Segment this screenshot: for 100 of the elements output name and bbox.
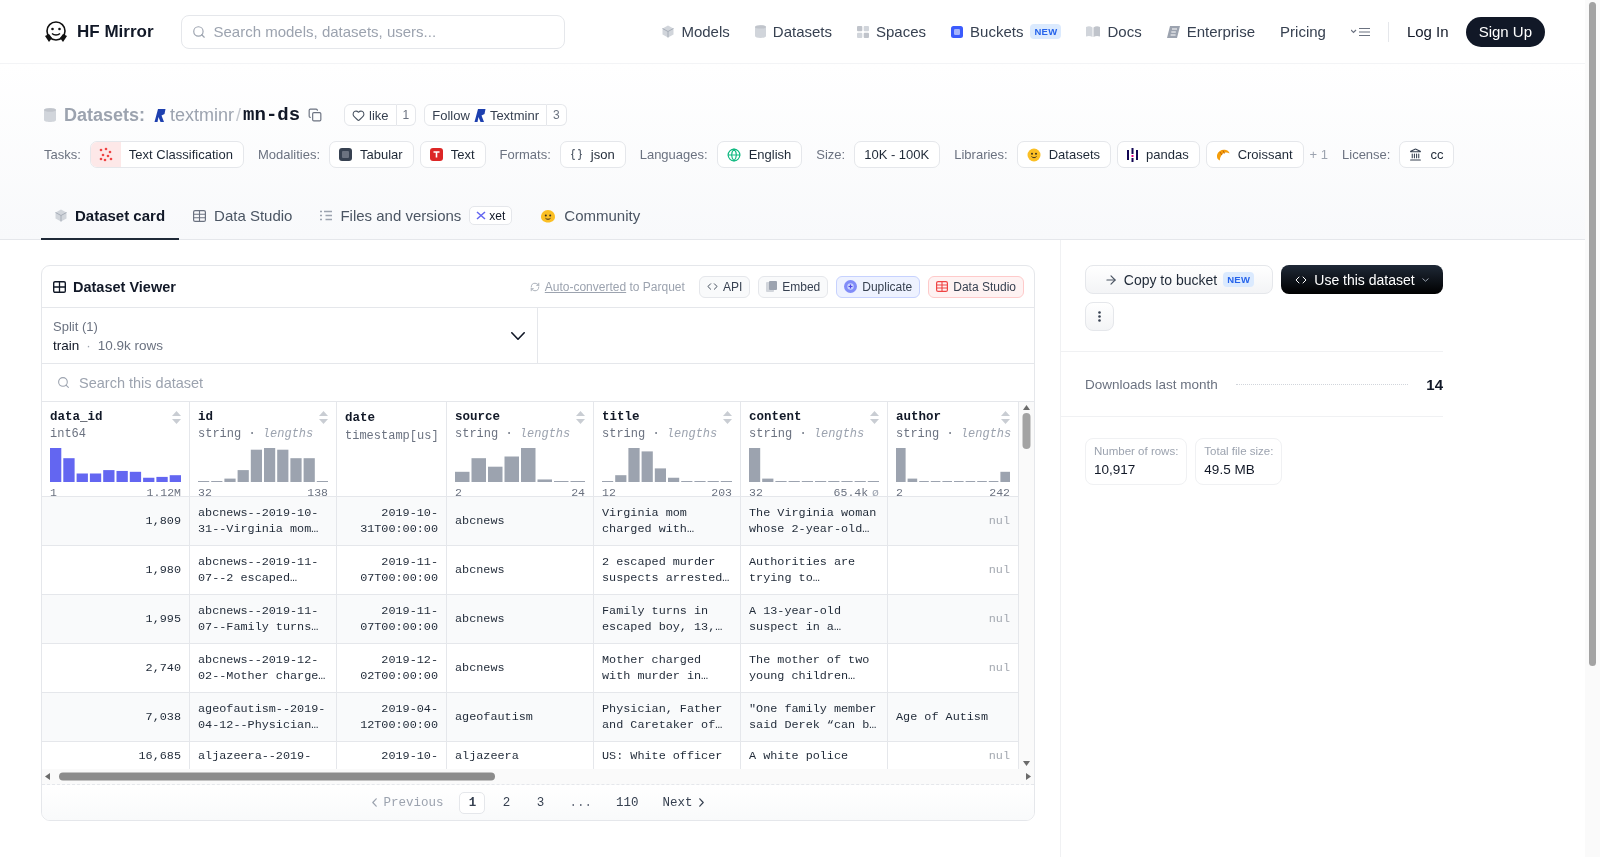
table-cell: 2019-12-02T00:00:00 bbox=[337, 644, 447, 693]
tag-chip[interactable]: json bbox=[559, 141, 626, 168]
follow-button[interactable]: Follow Textminr bbox=[424, 104, 547, 126]
table-cell: Age of Autism bbox=[888, 693, 1019, 742]
braces-icon bbox=[569, 148, 583, 161]
brand-link[interactable]: HF Mirror bbox=[44, 20, 154, 43]
viewer-action-button[interactable]: Duplicate bbox=[836, 275, 921, 298]
column-header[interactable]: source string · lengths 2 24 bbox=[447, 402, 594, 497]
split-separator: · bbox=[86, 337, 91, 353]
sort-icon[interactable] bbox=[870, 410, 879, 424]
column-header[interactable]: title string · lengths 12 203 bbox=[594, 402, 741, 497]
tag-group-label: License: bbox=[1342, 147, 1391, 162]
page-button[interactable]: 3 bbox=[527, 791, 554, 814]
sort-icon[interactable] bbox=[723, 410, 732, 424]
tag-group-label: Formats: bbox=[499, 147, 551, 162]
range-max: 203 bbox=[711, 486, 732, 499]
range-min: 32 bbox=[198, 486, 212, 499]
tag-group-label: Modalities: bbox=[257, 147, 321, 162]
sort-icon[interactable] bbox=[1001, 410, 1010, 424]
sort-icon[interactable] bbox=[576, 410, 585, 424]
viewer-action-button[interactable]: API bbox=[698, 275, 751, 298]
range-min: 2 bbox=[455, 486, 462, 499]
conversion-note: Auto-converted to Parquet bbox=[544, 279, 685, 294]
bank-icon bbox=[1409, 148, 1423, 161]
menu-icon bbox=[1350, 26, 1370, 37]
page-button[interactable]: 110 bbox=[608, 791, 647, 814]
login-link[interactable]: Log In bbox=[1406, 23, 1449, 40]
next-page-button[interactable]: Next bbox=[654, 795, 712, 810]
book-icon bbox=[1086, 26, 1101, 37]
tag-chip[interactable]: English bbox=[716, 141, 803, 168]
grid-icon bbox=[857, 25, 869, 38]
new-badge: NEW bbox=[1030, 24, 1062, 39]
refresh-icon bbox=[529, 281, 540, 292]
smiley-icon bbox=[1026, 147, 1041, 162]
follower-count: 3 bbox=[547, 104, 567, 126]
table-cell: 2,740 bbox=[42, 644, 190, 693]
tag-chip[interactable]: 10K - 100K bbox=[854, 141, 941, 168]
tag-chip[interactable]: Tabular bbox=[329, 141, 414, 168]
org-name: Textminr bbox=[489, 107, 539, 123]
tag-chip[interactable]: pandas bbox=[1117, 141, 1200, 168]
like-button[interactable]: like bbox=[344, 104, 397, 126]
more-options-button[interactable] bbox=[1085, 302, 1114, 331]
tag-chip[interactable]: cc bbox=[1399, 141, 1455, 168]
column-name: data_id bbox=[50, 410, 103, 424]
tab[interactable]: Community bbox=[526, 193, 655, 240]
repo-name[interactable]: mn-ds bbox=[243, 104, 301, 126]
nav-link[interactable]: Docs bbox=[1086, 23, 1142, 40]
tab[interactable]: Dataset card bbox=[41, 193, 180, 240]
column-header[interactable]: data_id int64 1 1.12M bbox=[42, 402, 190, 497]
tag-group-label: Size: bbox=[816, 147, 846, 162]
table-cell: 2019-11-07T00:00:00 bbox=[337, 546, 447, 595]
range-min: 32 bbox=[749, 486, 763, 499]
tag-group-label: Tasks: bbox=[44, 147, 81, 162]
use-dataset-button[interactable]: Use this dataset bbox=[1281, 265, 1443, 294]
chevron-down-icon bbox=[1421, 277, 1429, 282]
table-cell: 2019-11-07T00:00:00 bbox=[337, 595, 447, 644]
nav-link[interactable]: Datasets bbox=[754, 23, 832, 40]
tag-chip[interactable]: Text Classification bbox=[89, 141, 244, 168]
signup-button[interactable]: Sign Up bbox=[1465, 16, 1545, 47]
split-dropdown-button[interactable] bbox=[511, 331, 525, 340]
tag-chip[interactable]: Text bbox=[419, 141, 486, 168]
stat-label: Total file size: bbox=[1204, 445, 1274, 457]
xet-label: xet bbox=[489, 208, 506, 223]
copy-button[interactable] bbox=[308, 108, 323, 122]
page-button[interactable]: 2 bbox=[493, 791, 520, 814]
page-button[interactable]: 1 bbox=[459, 791, 486, 814]
tag-chip[interactable]: Croissant bbox=[1205, 141, 1304, 168]
search-field[interactable]: Search models, datasets, users... bbox=[180, 14, 565, 49]
table-cell: 1,809 bbox=[42, 497, 190, 546]
copy-to-bucket-button[interactable]: Copy to bucket NEW bbox=[1085, 265, 1273, 294]
nav-link[interactable]: Buckets NEW bbox=[951, 23, 1062, 40]
table-cell: abcnews--2019-12-02--Mother charge… bbox=[190, 644, 337, 693]
viewer-action-button[interactable]: Embed bbox=[758, 275, 829, 298]
range-min: 2 bbox=[896, 486, 903, 499]
nav-link[interactable]: Enterprise bbox=[1166, 23, 1256, 40]
column-header[interactable]: id string · lengths 32 138 bbox=[190, 402, 337, 497]
nav-link[interactable]: Models bbox=[662, 23, 730, 40]
table-icon bbox=[936, 281, 949, 292]
chevron-left-icon bbox=[372, 798, 378, 807]
nav-link[interactable]: Pricing bbox=[1280, 23, 1326, 40]
table-cell: 2019-04-12T00:00:00 bbox=[337, 693, 447, 742]
tab[interactable]: Data Studio bbox=[179, 193, 307, 240]
org-logo-icon bbox=[473, 108, 486, 122]
tab[interactable]: Files and versions xet bbox=[306, 193, 527, 240]
table-cell: Authorities are trying to… bbox=[741, 546, 888, 595]
column-type: string · lengths bbox=[602, 427, 719, 441]
square-icon bbox=[951, 25, 964, 38]
smiley-icon bbox=[540, 208, 557, 223]
viewer-action-button[interactable]: Data Studio bbox=[928, 275, 1024, 298]
cube-icon bbox=[662, 25, 675, 38]
stat-label: Number of rows: bbox=[1094, 445, 1179, 457]
bars-icon bbox=[1127, 147, 1138, 162]
nav-link[interactable]: Spaces bbox=[857, 23, 927, 40]
split-label: Split (1) bbox=[53, 318, 99, 334]
sort-icon[interactable] bbox=[319, 410, 328, 424]
tag-chip[interactable]: Datasets bbox=[1016, 141, 1111, 168]
menu-button[interactable] bbox=[1350, 26, 1370, 37]
org-logo-icon bbox=[154, 108, 167, 122]
sort-icon[interactable] bbox=[172, 410, 181, 424]
table-cell: 1,980 bbox=[42, 546, 190, 595]
